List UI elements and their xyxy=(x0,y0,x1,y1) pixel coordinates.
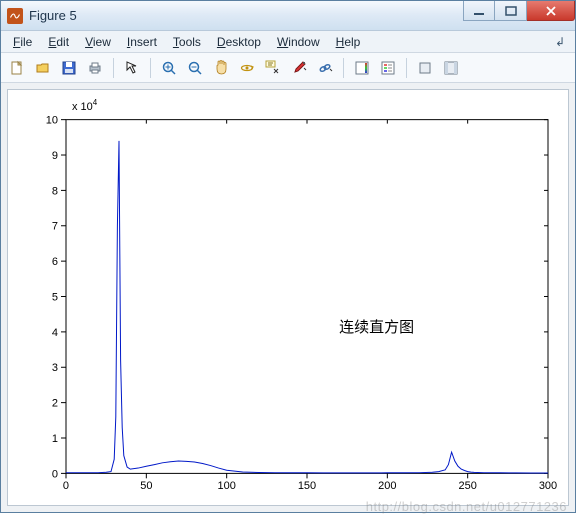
menu-insert[interactable]: Insert xyxy=(119,33,165,51)
y-tick-label: 9 xyxy=(52,150,58,162)
legend-button[interactable] xyxy=(376,56,400,80)
brush-button[interactable] xyxy=(287,56,311,80)
figure-area: 0 50 100 150 200 250 300 0 1 2 3 4 5 6 7 8 9 10 x 104 连续直方图… xyxy=(1,83,575,512)
menu-help[interactable]: Help xyxy=(328,33,369,51)
axes-box xyxy=(66,120,548,474)
menu-file[interactable]: File xyxy=(5,33,40,51)
axis-multiplier: x 104 xyxy=(72,98,98,113)
toolbar-separator xyxy=(343,58,344,78)
edit-plot-button[interactable] xyxy=(120,56,144,80)
menu-tools[interactable]: Tools xyxy=(165,33,209,51)
y-tick-label: 6 xyxy=(52,256,58,268)
y-tick-label: 2 xyxy=(52,398,58,410)
window-controls xyxy=(463,1,575,21)
y-tick-label: 0 xyxy=(52,468,58,480)
chart-annotation: 连续直方图 xyxy=(339,319,414,336)
save-button[interactable] xyxy=(57,56,81,80)
x-tick-label: 300 xyxy=(539,480,557,492)
menu-view[interactable]: View xyxy=(77,33,119,51)
toolbar-separator xyxy=(406,58,407,78)
show-plot-tools-button[interactable] xyxy=(439,56,463,80)
open-file-button[interactable] xyxy=(31,56,55,80)
axes-panel[interactable]: 0 50 100 150 200 250 300 0 1 2 3 4 5 6 7 8 9 10 x 104 连续直方图 xyxy=(7,89,569,506)
x-tick-label: 50 xyxy=(140,480,152,492)
app-icon xyxy=(7,8,23,24)
y-tick-label: 8 xyxy=(52,185,58,197)
y-tick-label: 4 xyxy=(52,327,58,339)
data-cursor-button[interactable] xyxy=(261,56,285,80)
menu-bar: File Edit View Insert Tools Desktop Wind… xyxy=(1,31,575,53)
y-tick-label: 10 xyxy=(46,115,58,127)
window-title: Figure 5 xyxy=(29,8,77,23)
maximize-button[interactable] xyxy=(495,1,527,21)
pan-button[interactable] xyxy=(209,56,233,80)
menu-window[interactable]: Window xyxy=(269,33,328,51)
y-tick-label: 1 xyxy=(52,433,58,445)
zoom-in-button[interactable] xyxy=(157,56,181,80)
toolbar xyxy=(1,53,575,83)
y-tick-label: 5 xyxy=(52,292,58,304)
print-button[interactable] xyxy=(83,56,107,80)
x-tick-label: 100 xyxy=(217,480,235,492)
link-plot-button[interactable] xyxy=(313,56,337,80)
series-line xyxy=(66,141,548,473)
x-tick-label: 150 xyxy=(298,480,316,492)
x-tick-label: 250 xyxy=(458,480,476,492)
menu-dock-icon[interactable]: ↲ xyxy=(549,35,571,49)
title-bar: Figure 5 xyxy=(1,1,575,31)
x-tick-label: 200 xyxy=(378,480,396,492)
zoom-out-button[interactable] xyxy=(183,56,207,80)
hide-plot-tools-button[interactable] xyxy=(413,56,437,80)
colorbar-button[interactable] xyxy=(350,56,374,80)
toolbar-separator xyxy=(150,58,151,78)
minimize-button[interactable] xyxy=(463,1,495,21)
menu-desktop[interactable]: Desktop xyxy=(209,33,269,51)
new-figure-button[interactable] xyxy=(5,56,29,80)
toolbar-separator xyxy=(113,58,114,78)
y-tick-label: 3 xyxy=(52,362,58,374)
rotate-button[interactable] xyxy=(235,56,259,80)
y-tick-label: 7 xyxy=(52,221,58,233)
chart-svg: 0 50 100 150 200 250 300 0 1 2 3 4 5 6 7 8 9 10 x 104 连续直方图 xyxy=(8,90,568,505)
x-tick-label: 0 xyxy=(63,480,69,492)
close-button[interactable] xyxy=(527,1,575,21)
menu-edit[interactable]: Edit xyxy=(40,33,77,51)
